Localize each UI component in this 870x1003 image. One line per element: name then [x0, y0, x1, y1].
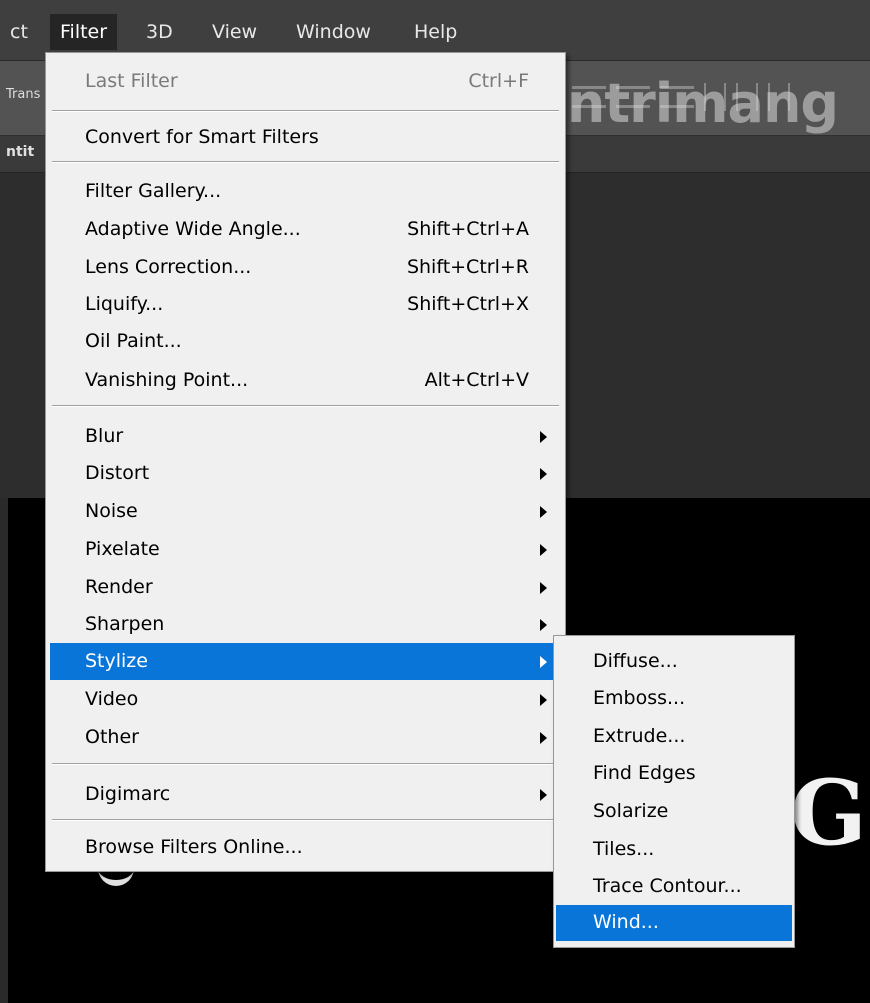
menu-separator [52, 763, 559, 765]
menu-item-render[interactable]: Render [50, 569, 561, 606]
menu-item-label: Vanishing Point... [85, 369, 249, 391]
menu-item-label: Filter Gallery... [85, 180, 222, 202]
transform-controls-label[interactable]: Trans [6, 87, 40, 102]
menu-item-label: Lens Correction... [85, 256, 252, 278]
menu-item-label: Adaptive Wide Angle... [85, 218, 301, 240]
submenu-arrow-icon [540, 544, 547, 556]
menu-item-label: Render [85, 576, 153, 598]
filter-menu: Last Filter Ctrl+F Convert for Smart Fil… [45, 52, 566, 872]
menu-item-label: Other [85, 726, 139, 748]
menu-item-pixelate[interactable]: Pixelate [50, 531, 561, 568]
menu-item-label: Oil Paint... [85, 330, 182, 352]
menu-separator [52, 110, 559, 112]
menu-item-liquify[interactable]: Liquify... Shift+Ctrl+X [50, 286, 561, 323]
submenu-arrow-icon [540, 789, 547, 801]
menu-item-digimarc[interactable]: Digimarc [50, 776, 561, 813]
menu-item-vanishing-point[interactable]: Vanishing Point... Alt+Ctrl+V [50, 362, 561, 399]
menu-filter[interactable]: Filter [50, 14, 118, 50]
menu-item-shortcut: Shift+Ctrl+R [406, 256, 529, 278]
submenu-item-extrude[interactable]: Extrude... [556, 719, 792, 755]
menu-item-label: Digimarc [85, 783, 171, 805]
menu-item-blur[interactable]: Blur [50, 418, 561, 455]
menu-item-label: Pixelate [85, 538, 160, 560]
menu-item-last-filter: Last Filter Ctrl+F [50, 63, 561, 100]
submenu-arrow-icon [540, 619, 547, 631]
menu-item-label: Convert for Smart Filters [85, 126, 319, 148]
menu-item-label: Sharpen [85, 613, 165, 635]
submenu-item-wind[interactable]: Wind... [556, 905, 792, 941]
submenu-item-trace-contour[interactable]: Trace Contour... [556, 869, 792, 905]
submenu-arrow-icon [540, 506, 547, 518]
submenu-arrow-icon [540, 656, 547, 668]
submenu-item-label: Tiles... [593, 838, 655, 860]
menu-item-label: Noise [85, 500, 138, 522]
submenu-item-label: Trace Contour... [593, 875, 742, 897]
submenu-arrow-icon [540, 468, 547, 480]
submenu-item-label: Wind... [593, 911, 659, 933]
menu-item-label: Liquify... [85, 293, 164, 315]
submenu-item-label: Diffuse... [593, 650, 678, 672]
menu-item-noise[interactable]: Noise [50, 493, 561, 530]
canvas-text: G.C [790, 760, 870, 866]
menu-item-shortcut: Shift+Ctrl+A [407, 218, 529, 240]
menu-item-shortcut: Alt+Ctrl+V [424, 369, 529, 391]
menu-item-label: Last Filter [85, 70, 178, 92]
photoshop-window: ct Filter 3D View Window Help Trans Q ua… [0, 0, 870, 1003]
menu-item-shortcut: Ctrl+F [468, 70, 529, 92]
menu-item-label: Distort [85, 462, 150, 484]
stylize-submenu: Diffuse... Emboss... Extrude... Find Edg… [553, 635, 795, 948]
menu-separator [52, 819, 559, 821]
menu-item-oil-paint[interactable]: Oil Paint... [50, 323, 561, 360]
menu-item-label: Video [85, 688, 139, 710]
submenu-item-tiles[interactable]: Tiles... [556, 832, 792, 868]
menu-item-filter-gallery[interactable]: Filter Gallery... [50, 173, 561, 210]
menu-item-adaptive-wide-angle[interactable]: Adaptive Wide Angle... Shift+Ctrl+A [50, 211, 561, 248]
submenu-item-label: Find Edges [593, 762, 696, 784]
menu-item-video[interactable]: Video [50, 681, 561, 718]
menu-item-stylize[interactable]: Stylize [50, 643, 561, 680]
submenu-item-find-edges[interactable]: Find Edges [556, 756, 792, 792]
menu-help[interactable]: Help [404, 14, 467, 50]
submenu-item-diffuse[interactable]: Diffuse... [556, 644, 792, 680]
menu-item-other[interactable]: Other [50, 719, 561, 756]
menu-item-shortcut: Shift+Ctrl+X [407, 293, 529, 315]
menu-separator [52, 161, 559, 163]
submenu-item-label: Emboss... [593, 687, 686, 709]
menu-item-distort[interactable]: Distort [50, 455, 561, 492]
submenu-item-solarize[interactable]: Solarize [556, 794, 792, 830]
menu-item-convert-smart-filters[interactable]: Convert for Smart Filters [50, 119, 561, 156]
menu-separator [52, 405, 559, 407]
menu-item-lens-correction[interactable]: Lens Correction... Shift+Ctrl+R [50, 249, 561, 286]
submenu-arrow-icon [540, 582, 547, 594]
submenu-item-label: Extrude... [593, 725, 686, 747]
menu-item-label: Blur [85, 425, 124, 447]
menu-window[interactable]: Window [286, 14, 381, 50]
submenu-item-emboss[interactable]: Emboss... [556, 681, 792, 717]
menu-view[interactable]: View [202, 14, 267, 50]
menu-item-label: Stylize [85, 650, 148, 672]
submenu-arrow-icon [540, 431, 547, 443]
menu-select[interactable]: ct [0, 14, 38, 50]
menu-item-sharpen[interactable]: Sharpen [50, 606, 561, 643]
document-tab[interactable]: ntit [6, 144, 34, 160]
submenu-arrow-icon [540, 732, 547, 744]
menu-item-browse-filters-online[interactable]: Browse Filters Online... [50, 829, 561, 866]
menu-item-label: Browse Filters Online... [85, 836, 303, 858]
menu-3d[interactable]: 3D [136, 14, 183, 50]
submenu-item-label: Solarize [593, 800, 669, 822]
submenu-arrow-icon [540, 694, 547, 706]
